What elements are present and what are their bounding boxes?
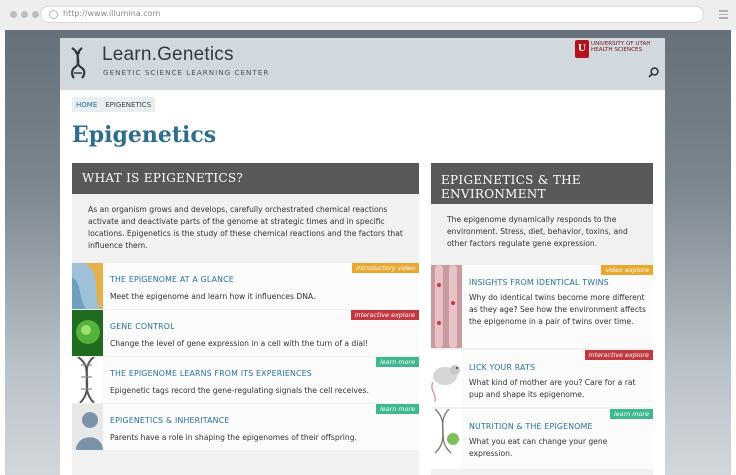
dna-ladder-thumbnail xyxy=(72,357,103,403)
tag-video-explore: video explore xyxy=(601,265,653,275)
item-description: Why do identical twins become more diffe… xyxy=(469,293,646,326)
list-item-gene-control[interactable]: interactive explore GENE CONTROL Change … xyxy=(72,310,419,356)
breadcrumb-current: EPIGENETICS xyxy=(105,100,152,109)
panel-heading-line-2: ENVIRONMENT xyxy=(441,187,546,201)
item-title-link[interactable]: THE EPIGENOME AT A GLANCE xyxy=(110,275,234,284)
panel-heading: EPIGENETICS & THE ENVIRONMENT xyxy=(431,163,653,204)
tag-interactive-explore: interactive explore xyxy=(584,350,653,360)
window-minimize-dot[interactable] xyxy=(21,11,28,18)
item-title-link[interactable]: GENE CONTROL xyxy=(110,322,175,331)
tag-learn-more: learn more xyxy=(609,409,653,419)
panel-intro: As an organism grows and develops, caref… xyxy=(88,205,403,250)
tag-introductory-video: introductory video xyxy=(352,263,419,273)
university-name[interactable]: UNIVERSITY OF UTAH HEALTH SCIENCES xyxy=(591,41,651,53)
list-item-nutrition-epigenome[interactable]: learn more NUTRITION & THE EPIGENOME Wha… xyxy=(431,409,653,469)
item-description: Change the level of gene expression in a… xyxy=(110,339,369,348)
item-description: Meet the epigenome and learn how it infl… xyxy=(110,292,316,301)
tag-learn-more: learn more xyxy=(375,357,419,367)
page-title: Epigenetics xyxy=(72,122,217,148)
list-item-epigenetics-inheritance[interactable]: learn more EPIGENETICS & INHERITANCE Par… xyxy=(72,404,419,450)
child-silhouette-thumbnail xyxy=(72,404,103,450)
rat-thumbnail xyxy=(431,350,462,407)
panel-intro: The epigenome dynamically responds to th… xyxy=(447,215,628,248)
list-item-epigenome-glance[interactable]: introductory video THE EPIGENOME AT A GL… xyxy=(72,263,419,309)
list-item-lick-your-rats[interactable]: interactive explore LICK YOUR RATS What … xyxy=(431,350,653,407)
address-text[interactable]: http://www.illumina.com xyxy=(63,9,160,18)
item-title-link[interactable]: INSIGHTS FROM IDENTICAL TWINS xyxy=(469,278,609,287)
dna-nutrition-thumbnail xyxy=(431,409,462,469)
item-description: What you eat can change your gene expres… xyxy=(469,437,608,458)
panel-heading: WHAT IS EPIGENETICS? xyxy=(72,163,419,194)
item-title-link[interactable]: NUTRITION & THE EPIGENOME xyxy=(469,422,593,431)
list-item-epigenome-learns[interactable]: learn more THE EPIGENOME LEARNS FROM ITS… xyxy=(72,357,419,403)
hamburger-menu-icon[interactable] xyxy=(719,10,728,19)
item-description: Parents have a role in shaping the epige… xyxy=(110,433,357,442)
university-line-2: HEALTH SCIENCES xyxy=(591,47,643,53)
what-is-epigenetics-panel: WHAT IS EPIGENETICS? As an organism grow… xyxy=(72,163,419,475)
search-icon[interactable] xyxy=(648,67,659,78)
site-subtitle: GENETIC SCIENCE LEARNING CENTER xyxy=(103,68,270,77)
breadcrumb: HOME EPIGENETICS xyxy=(72,97,156,112)
site-container: Learn.Genetics GENETIC SCIENCE LEARNING … xyxy=(60,38,665,475)
dna-strand-thumbnail xyxy=(72,263,103,309)
university-logo-icon[interactable] xyxy=(575,40,589,58)
cell-thumbnail xyxy=(72,310,103,356)
list-item-identical-twins[interactable]: video explore INSIGHTS FROM IDENTICAL TW… xyxy=(431,265,653,348)
chromosome-thumbnail xyxy=(431,265,462,348)
globe-icon xyxy=(49,10,58,19)
browser-toolbar: http://www.illumina.com xyxy=(0,0,736,30)
item-description: Epigenetic tags record the gene-regulati… xyxy=(110,386,369,395)
tag-learn-more: learn more xyxy=(375,404,419,414)
item-title-link[interactable]: LICK YOUR RATS xyxy=(469,363,535,372)
dna-logo-icon[interactable] xyxy=(68,46,88,80)
window-close-dot[interactable] xyxy=(10,11,17,18)
window-controls xyxy=(10,11,39,18)
address-bar[interactable]: http://www.illumina.com xyxy=(40,6,704,23)
site-header: Learn.Genetics GENETIC SCIENCE LEARNING … xyxy=(60,38,665,90)
breadcrumb-home-link[interactable]: HOME xyxy=(76,101,97,109)
item-title-link[interactable]: EPIGENETICS & INHERITANCE xyxy=(110,416,229,425)
window-maximize-dot[interactable] xyxy=(32,11,39,18)
site-title[interactable]: Learn.Genetics xyxy=(102,44,234,66)
tag-interactive-explore: interactive explore xyxy=(350,310,419,320)
item-title-link[interactable]: THE EPIGENOME LEARNS FROM ITS EXPERIENCE… xyxy=(110,369,312,378)
epigenetics-environment-panel: EPIGENETICS & THE ENVIRONMENT The epigen… xyxy=(431,163,653,475)
item-description: What kind of mother are you? Care for a … xyxy=(469,378,636,399)
panel-heading-line-1: EPIGENETICS & THE xyxy=(441,173,581,187)
